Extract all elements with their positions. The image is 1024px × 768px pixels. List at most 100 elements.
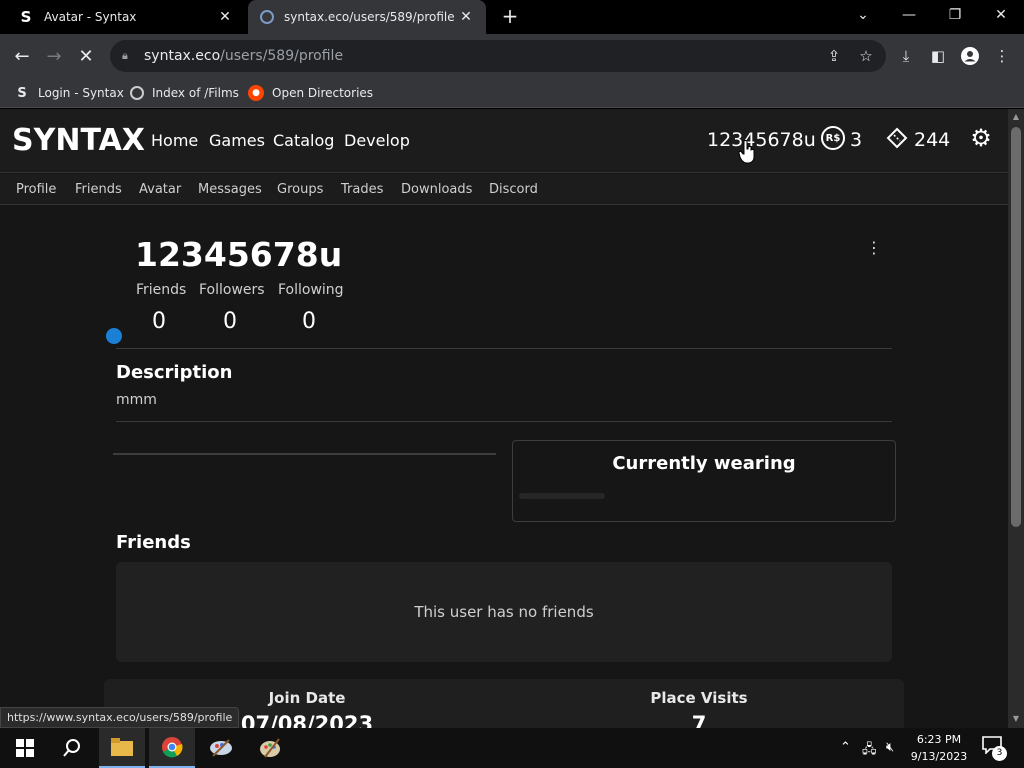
network-icon[interactable]: 🖧︎ [862, 740, 877, 762]
side-panel-icon[interactable]: ◧ [928, 46, 948, 66]
bookmark-login-syntax[interactable]: S Login - Syntax [14, 82, 124, 104]
nav-catalog[interactable]: Catalog [273, 131, 334, 150]
url-text: syntax.eco/users/589/profile [144, 48, 343, 64]
subnav-groups[interactable]: Groups [277, 182, 323, 197]
screen: S Avatar - Syntax ✕ syntax.eco/users/589… [0, 0, 1024, 768]
page-scrollbar[interactable]: ▲ ▼ [1008, 109, 1024, 728]
url-host: syntax.eco [144, 48, 221, 64]
tab-search-chevron-icon[interactable]: ⌄ [840, 0, 886, 30]
robux-icon: R$ [821, 126, 845, 150]
scroll-down-arrow-icon[interactable]: ▼ [1011, 714, 1021, 724]
subnav-discord[interactable]: Discord [489, 182, 538, 197]
minimize-icon[interactable]: — [886, 0, 932, 30]
lock-icon: 🔒︎ [122, 49, 128, 62]
following-count[interactable]: 0 [302, 309, 316, 334]
scrollbar-thumb[interactable] [1011, 127, 1021, 527]
subnav-friends[interactable]: Friends [75, 182, 122, 197]
menu-kebab-icon[interactable]: ⋮ [992, 46, 1012, 66]
description-title: Description [116, 362, 233, 383]
show-hidden-icons-chevron-icon[interactable]: ⌃ [840, 740, 851, 755]
page-content: SYNTAX Home Games Catalog Develop 123456… [0, 109, 1008, 728]
description-text: mmm [116, 392, 157, 408]
windows-taskbar: ⌃ 🖧︎ 🔇︎ 6:23 PM 9/13/2023 3 [0, 728, 1024, 768]
friends-list-panel: This user has no friends [116, 562, 892, 662]
tab-avatar[interactable]: S Avatar - Syntax ✕ [0, 0, 245, 34]
bookmark-label: Login - Syntax [38, 86, 124, 100]
gear-icon[interactable]: ⚙ [968, 125, 994, 151]
globe-icon [130, 86, 144, 100]
friends-section-title: Friends [116, 532, 191, 553]
place-visits-value: 7 [691, 712, 707, 728]
tab-title: syntax.eco/users/589/profile [284, 10, 455, 24]
join-date-label: Join Date [268, 689, 346, 707]
tab-profile[interactable]: syntax.eco/users/589/profile ✕ [248, 0, 486, 34]
chrome-icon[interactable] [149, 728, 195, 768]
robux-balance[interactable]: 3 [850, 129, 862, 151]
close-icon[interactable]: ✕ [215, 9, 235, 25]
online-status-dot [106, 328, 122, 344]
file-explorer-icon[interactable] [99, 728, 145, 768]
bookmark-index-films[interactable]: Index of /Films [130, 82, 239, 104]
subnav-avatar[interactable]: Avatar [139, 182, 181, 197]
bookmark-star-icon[interactable]: ☆ [856, 46, 876, 66]
tab-title: Avatar - Syntax [44, 10, 137, 24]
nav-games[interactable]: Games [209, 131, 265, 150]
clock-time: 6:23 PM [916, 733, 962, 746]
loading-favicon-icon [260, 10, 274, 24]
subnav-profile[interactable]: Profile [16, 182, 56, 197]
url-path: /users/589/profile [220, 48, 344, 64]
scroll-up-arrow-icon[interactable]: ▲ [1011, 112, 1021, 122]
windows-start-icon[interactable] [2, 728, 48, 768]
friends-count-label[interactable]: Friends [136, 282, 186, 298]
download-icon[interactable]: ⤓ [896, 46, 916, 66]
window-close-icon[interactable]: ✕ [978, 0, 1024, 30]
followers-count-label[interactable]: Followers [199, 282, 265, 298]
system-clock[interactable]: 6:23 PM 9/13/2023 [906, 731, 972, 765]
share-icon[interactable]: ⇪ [824, 46, 844, 66]
currently-wearing-title: Currently wearing [612, 453, 796, 474]
subnav-trades[interactable]: Trades [341, 182, 383, 197]
address-bar[interactable]: 🔒︎ syntax.eco/users/589/profile [110, 40, 886, 72]
search-icon[interactable] [49, 728, 95, 768]
divider [116, 348, 892, 349]
browser-tab-strip: S Avatar - Syntax ✕ syntax.eco/users/589… [0, 0, 1024, 34]
notification-count-badge: 3 [992, 746, 1007, 761]
profile-username: 12345678u [135, 235, 343, 274]
followers-count[interactable]: 0 [223, 309, 237, 334]
profile-avatar-icon[interactable] [960, 46, 980, 66]
browser-toolbar: ← → ✕ 🔒︎ syntax.eco/users/589/profile ⇪ … [0, 34, 1024, 78]
friends-count[interactable]: 0 [152, 309, 166, 334]
sub-navigation: Profile Friends Avatar Messages Groups T… [0, 174, 1008, 205]
restore-icon[interactable]: ❐ [932, 0, 978, 30]
hand-cursor-icon [738, 140, 755, 164]
paint-app-icon[interactable] [198, 728, 244, 768]
back-arrow-icon[interactable]: ← [8, 42, 36, 70]
new-tab-plus-icon[interactable]: + [499, 5, 521, 27]
header-username[interactable]: 12345678u [707, 129, 816, 151]
nav-develop[interactable]: Develop [344, 131, 410, 150]
nav-home[interactable]: Home [151, 131, 198, 150]
ticket-icon [886, 127, 908, 149]
bookmarks-bar: S Login - Syntax Index of /Films ● Open … [0, 78, 1024, 108]
link-status-bubble: https://www.syntax.eco/users/589/profile [0, 707, 240, 728]
site-header: SYNTAX Home Games Catalog Develop 123456… [0, 109, 1008, 173]
tix-balance[interactable]: 244 [914, 129, 950, 151]
wearing-placeholder-bar [519, 493, 605, 499]
clock-date: 9/13/2023 [910, 750, 968, 763]
site-logo[interactable]: SYNTAX [12, 123, 145, 158]
subnav-messages[interactable]: Messages [198, 182, 262, 197]
close-icon[interactable]: ✕ [456, 9, 476, 25]
palette-app-icon[interactable] [247, 728, 293, 768]
divider [116, 421, 892, 422]
currently-wearing-panel: Currently wearing [512, 440, 896, 522]
bookmark-open-directories[interactable]: ● Open Directories [248, 82, 373, 104]
bookmark-label: Index of /Films [152, 86, 239, 100]
subnav-downloads[interactable]: Downloads [401, 182, 472, 197]
stop-loading-icon[interactable]: ✕ [72, 42, 100, 70]
bookmark-label: Open Directories [272, 86, 374, 100]
volume-muted-icon[interactable]: 🔇︎ [886, 740, 894, 755]
forward-arrow-icon[interactable]: → [40, 42, 68, 70]
avatar-loading-bar [113, 453, 496, 455]
more-options-icon[interactable]: ⋮ [866, 239, 882, 257]
following-count-label[interactable]: Following [278, 282, 344, 298]
